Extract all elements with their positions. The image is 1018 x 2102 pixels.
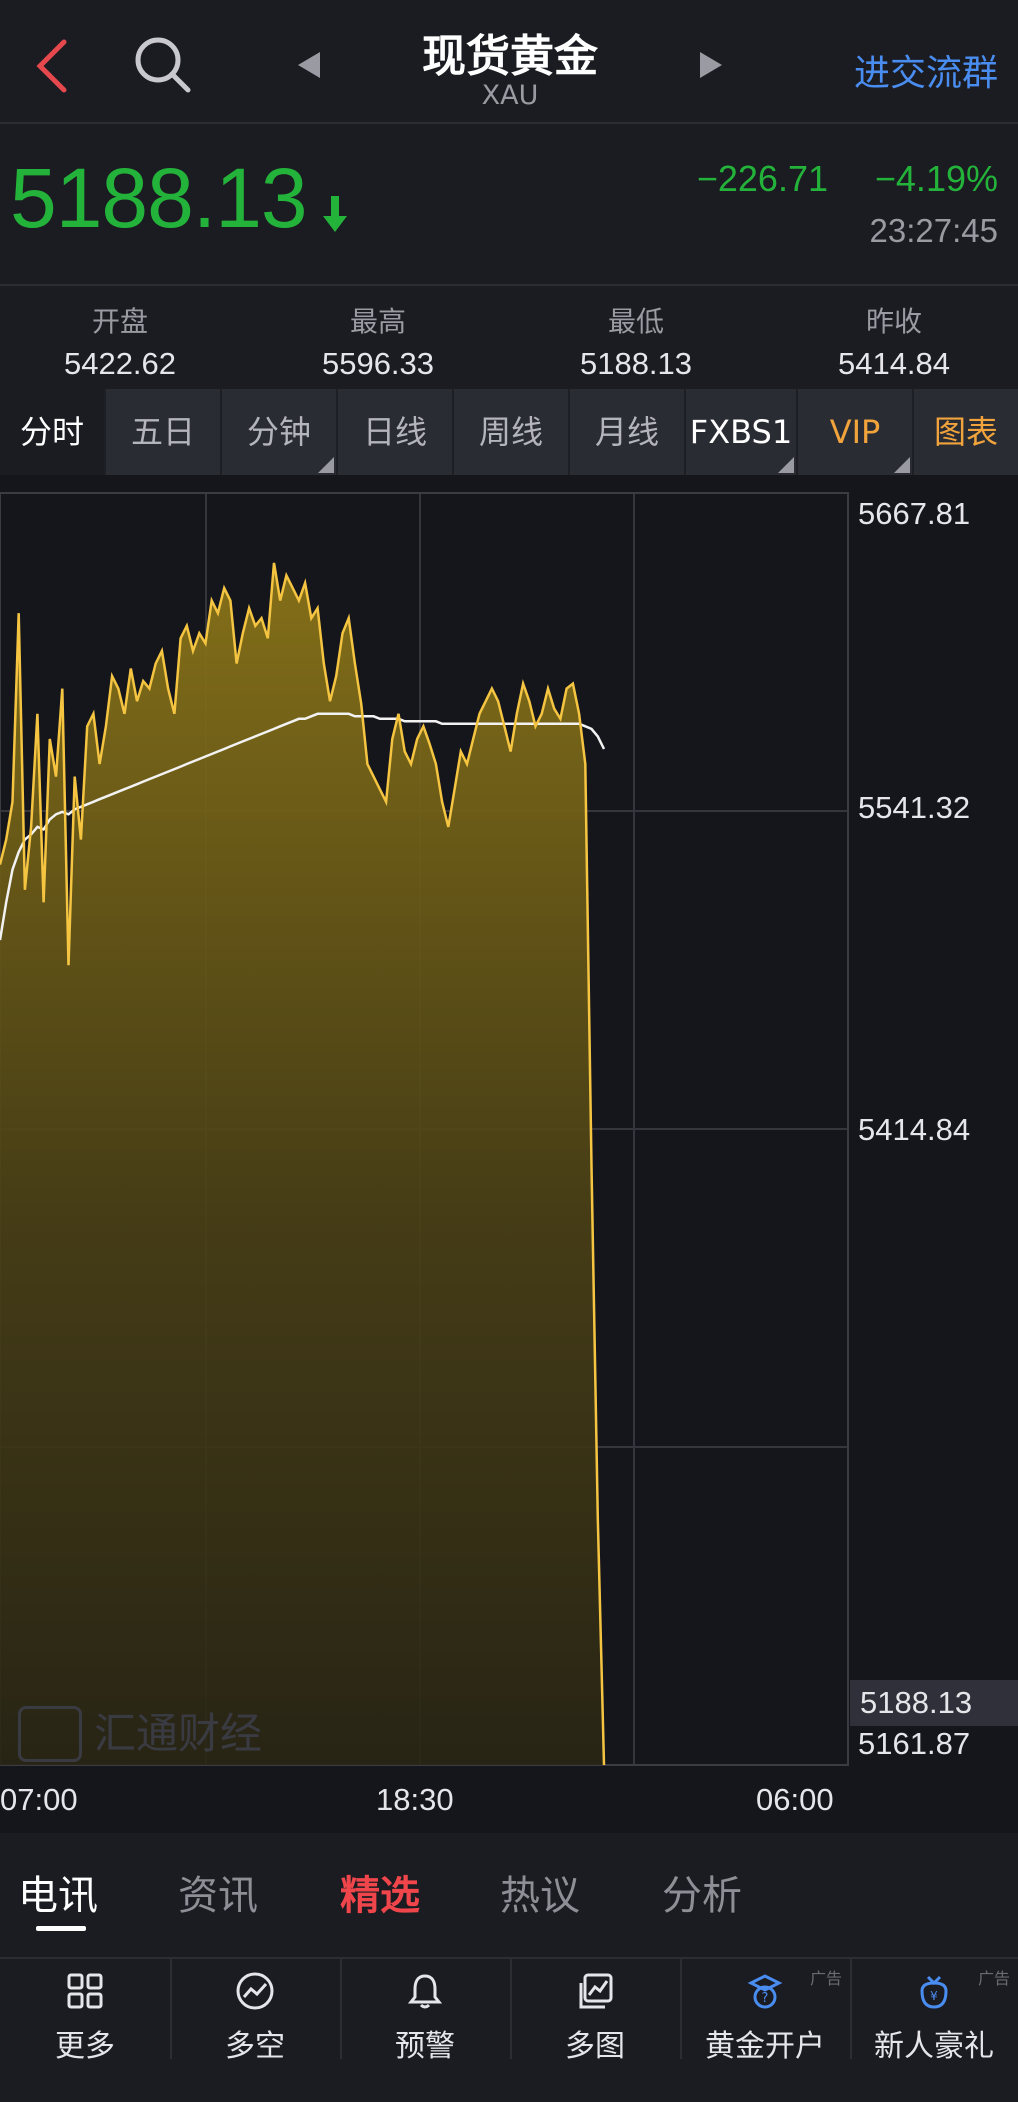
watermark-logo-icon (18, 1706, 82, 1762)
stats-row: 开盘 5422.62 最高 5596.33 最低 5188.13 昨收 5414… (0, 284, 1018, 390)
tab-minute[interactable]: 分钟 (222, 389, 338, 475)
dropdown-corner-icon (318, 457, 334, 473)
down-arrow-icon (323, 196, 347, 232)
active-tab-underline (36, 1926, 86, 1931)
toolbar-label: 多空 (225, 2029, 285, 2064)
news-tab-featured[interactable]: 精选 (340, 1863, 420, 1921)
last-price-label: 5188.13 (860, 1685, 973, 1720)
news-tab-hot-discussion[interactable]: 热议 (500, 1863, 580, 1921)
toolbar-label: 新人豪礼 (874, 2029, 994, 2064)
price-area-fill (0, 562, 604, 1765)
stat-label: 最高 (349, 305, 406, 338)
multi-chart-icon (579, 1973, 613, 2009)
ad-badge: 广告 (809, 1969, 842, 1988)
stat-prev-close: 昨收 5414.84 (774, 300, 1014, 382)
stat-label: 开盘 (91, 305, 148, 338)
stat-label: 最低 (607, 305, 664, 338)
toolbar-label: 更多 (55, 2029, 115, 2064)
y-tick-label: 5667.81 (858, 496, 971, 531)
tab-chart-settings[interactable]: 图表 (914, 389, 1018, 475)
join-group-link[interactable]: 进交流群 (854, 44, 998, 96)
stat-high: 最高 5596.33 (258, 300, 498, 382)
current-price: 5188.13 (10, 151, 308, 245)
header-bar: 现货黄金 XAU 进交流群 (0, 0, 1018, 124)
bell-icon (407, 1974, 443, 2009)
price-chart[interactable] (0, 475, 1018, 1875)
tab-label: FXBS1 (689, 413, 793, 451)
toolbar-label: 多图 (565, 2029, 625, 2064)
tab-weekly[interactable]: 周线 (454, 389, 570, 475)
news-tab-flash[interactable]: 电讯 (18, 1863, 98, 1921)
y-tick-label: 5161.87 (858, 1726, 971, 1761)
toolbar-long-short-button[interactable]: 多空 (170, 1959, 342, 2064)
x-tick-label: 07:00 (0, 1782, 78, 1817)
news-tabs: 电讯 资讯 精选 热议 分析 (0, 1833, 1018, 1957)
tab-monthly[interactable]: 月线 (570, 389, 686, 475)
next-symbol-icon[interactable] (700, 52, 722, 78)
svg-text:?: ? (762, 1991, 769, 2006)
news-tab-analysis[interactable]: 分析 (662, 1863, 742, 1921)
tab-intraday[interactable]: 分时 (0, 389, 106, 475)
toolbar-more-button[interactable]: 更多 (0, 1959, 172, 2064)
price-change-pct: −4.19% (874, 158, 998, 199)
toolbar-alert-button[interactable]: 预警 (340, 1959, 512, 2064)
account-icon: ? (747, 1974, 783, 2009)
back-icon[interactable] (30, 36, 80, 96)
svg-text:¥: ¥ (930, 1989, 938, 2003)
watermark-text: 汇通财经 (94, 1709, 263, 1758)
tab-daily[interactable]: 日线 (338, 389, 454, 475)
toolbar-label: 预警 (395, 2029, 455, 2064)
news-tab-info[interactable]: 资讯 (178, 1863, 258, 1921)
dropdown-corner-icon (778, 457, 794, 473)
y-tick-label: 5414.84 (858, 1112, 971, 1147)
x-tick-label: 18:30 (376, 1782, 454, 1817)
toolbar-label: 黄金开户 (705, 2029, 825, 2064)
tab-vip[interactable]: VIP (798, 389, 914, 475)
symbol-code: XAU (481, 80, 539, 111)
stat-label: 昨收 (865, 305, 922, 338)
search-icon[interactable] (132, 34, 194, 96)
quote-time: 23:27:45 (869, 212, 998, 249)
toolbar-multi-chart-button[interactable]: 多图 (510, 1959, 682, 2064)
period-tabs: 分时 五日 分钟 日线 周线 月线 FXBS1 VIP 图表 (0, 389, 1018, 475)
ad-badge: 广告 (977, 1969, 1010, 1988)
toolbar-gold-account-button[interactable]: 广告 ? 黄金开户 (680, 1959, 852, 2064)
toolbar-newbie-gift-button[interactable]: 广告 ¥ 新人豪礼 (850, 1959, 1018, 2064)
bottom-toolbar: 更多 多空 预警 多图 广告 ? 黄金开户 广告 ¥ 新人豪礼 (0, 1957, 1018, 2102)
tab-label: VIP (829, 413, 881, 451)
stat-value: 5414.84 (837, 346, 951, 381)
tab-label: 分钟 (246, 413, 311, 451)
gift-icon: ¥ (920, 1975, 948, 2009)
page-title: 现货黄金 (422, 31, 598, 82)
stat-low: 最低 5188.13 (516, 300, 756, 382)
grid-icon (67, 1973, 103, 2009)
tab-five-day[interactable]: 五日 (106, 389, 222, 475)
x-tick-label: 06:00 (756, 1782, 834, 1817)
stat-open: 开盘 5422.62 (0, 300, 240, 382)
dropdown-corner-icon (894, 457, 910, 473)
tab-fxbs1[interactable]: FXBS1 (686, 389, 798, 475)
stat-value: 5188.13 (579, 346, 693, 381)
stat-value: 5596.33 (321, 346, 435, 381)
stat-value: 5422.62 (63, 346, 177, 381)
y-tick-label: 5541.32 (858, 790, 971, 825)
prev-symbol-icon[interactable] (298, 52, 320, 78)
trend-icon (236, 1972, 274, 2010)
price-change: −226.71 (696, 158, 828, 199)
